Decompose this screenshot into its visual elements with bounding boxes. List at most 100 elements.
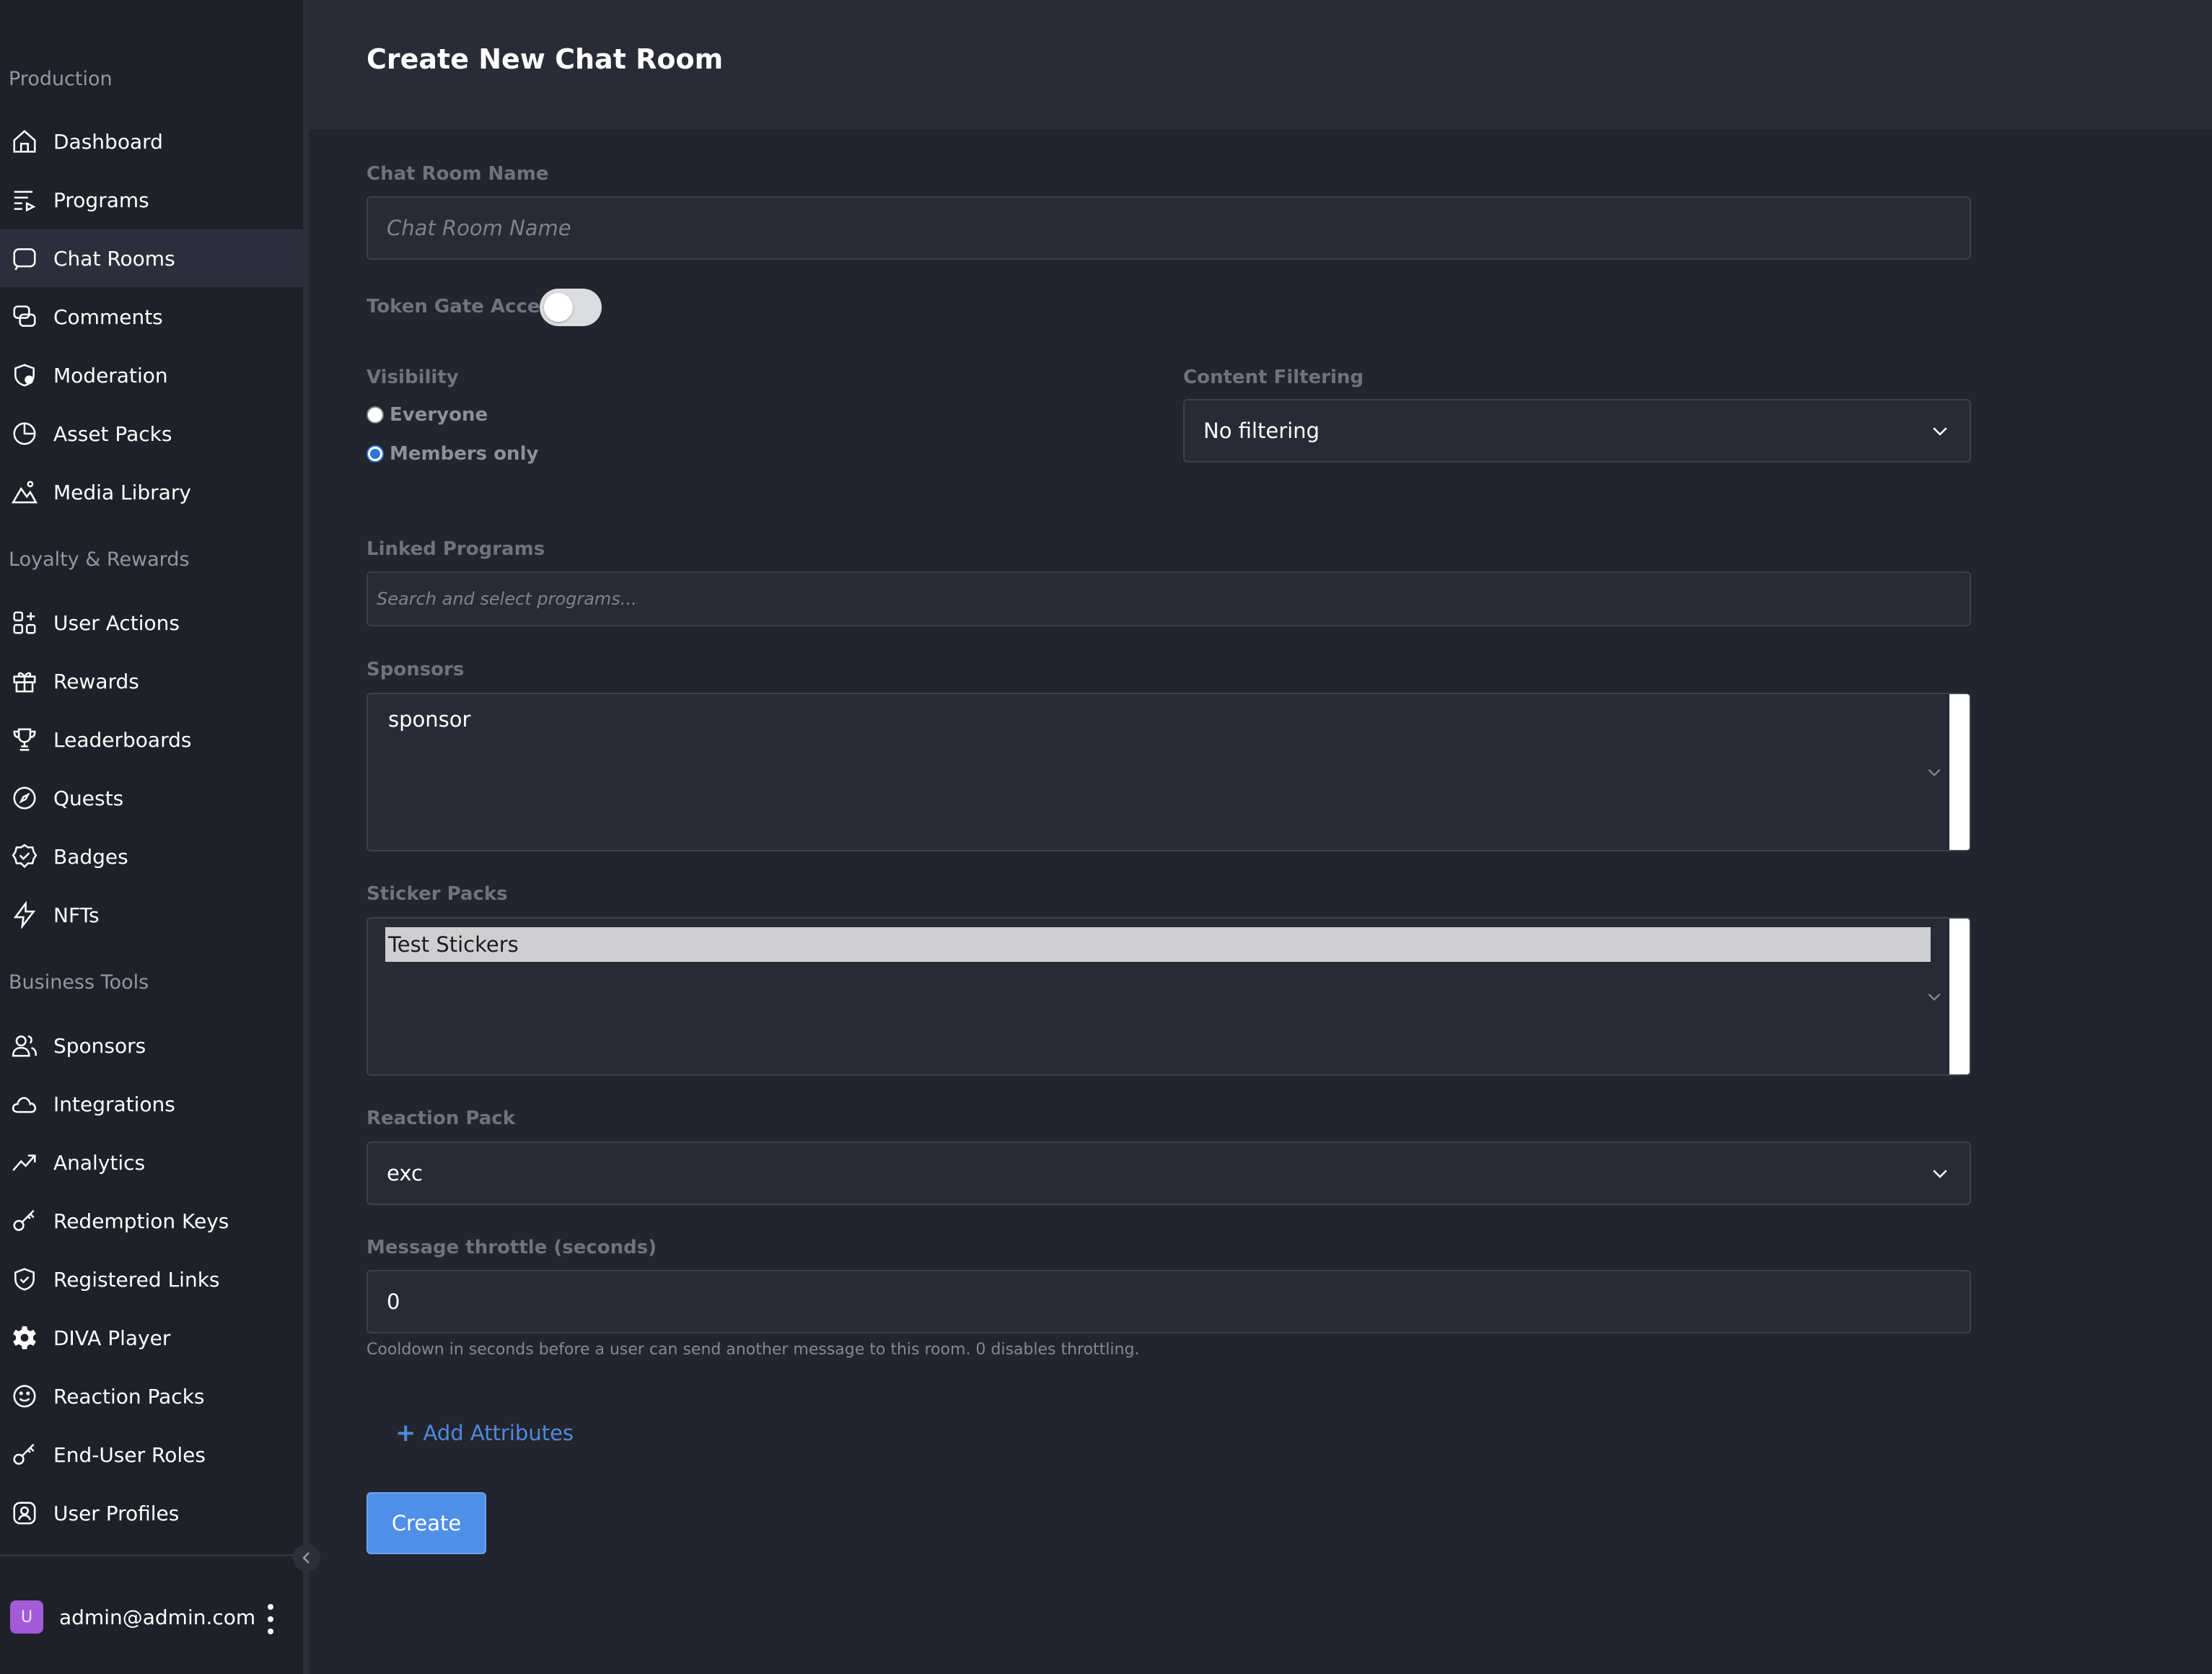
key-icon bbox=[10, 1440, 39, 1469]
sidebar-item-badges[interactable]: Badges bbox=[0, 828, 303, 885]
page-header: Create New Chat Room bbox=[309, 0, 2212, 130]
chevron-down-icon bbox=[1928, 768, 1941, 776]
radio-everyone[interactable] bbox=[367, 406, 384, 424]
sidebar-item-label: Badges bbox=[53, 844, 128, 869]
sidebar-item-label: Moderation bbox=[53, 363, 168, 387]
reaction-pack-select[interactable]: exc bbox=[367, 1141, 1971, 1205]
sidebar-item-quests[interactable]: Quests bbox=[0, 769, 303, 827]
cloud-icon bbox=[10, 1090, 39, 1118]
sidebar-item-redemption-keys[interactable]: Redemption Keys bbox=[0, 1192, 303, 1250]
linked-programs-search[interactable]: Search and select programs... bbox=[367, 571, 1971, 626]
chat-room-name-label: Chat Room Name bbox=[367, 163, 549, 185]
chat-room-name-placeholder: Chat Room Name bbox=[387, 216, 571, 240]
sidebar-item-integrations[interactable]: Integrations bbox=[0, 1075, 303, 1133]
sidebar-item-label: Chat Rooms bbox=[53, 246, 175, 271]
trend-up-icon bbox=[10, 1148, 39, 1177]
sidebar-item-analytics[interactable]: Analytics bbox=[0, 1134, 303, 1191]
add-attributes-button[interactable]: + Add Attributes bbox=[395, 1419, 574, 1447]
sticker-pack-option-selected[interactable]: Test Stickers bbox=[385, 927, 1931, 962]
sidebar-item-label: Quests bbox=[53, 786, 124, 810]
sponsors-multiselect[interactable]: sponsor bbox=[367, 693, 1971, 851]
linked-programs-label: Linked Programs bbox=[367, 538, 545, 560]
chevron-down-icon bbox=[1933, 427, 1947, 436]
sponsors-label: Sponsors bbox=[367, 659, 465, 680]
radio-members-only[interactable] bbox=[367, 445, 384, 463]
sidebar-item-comments[interactable]: Comments bbox=[0, 288, 303, 346]
sidebar-item-reaction-packs[interactable]: Reaction Packs bbox=[0, 1367, 303, 1425]
page-title: Create New Chat Room bbox=[367, 43, 724, 75]
user-badge-icon bbox=[10, 1499, 39, 1528]
sidebar-item-chat-rooms[interactable]: Chat Rooms bbox=[0, 229, 303, 287]
sidebar-item-label: Sponsors bbox=[53, 1033, 146, 1058]
sidebar-item-end-user-roles[interactable]: End-User Roles bbox=[0, 1426, 303, 1484]
sidebar-item-label: Media Library bbox=[53, 480, 191, 504]
sidebar-item-label: Dashboard bbox=[53, 129, 163, 154]
sidebar-item-registered-links[interactable]: Registered Links bbox=[0, 1250, 303, 1308]
sidebar-divider bbox=[0, 1554, 303, 1556]
sidebar-item-programs[interactable]: Programs bbox=[0, 171, 303, 229]
message-throttle-input[interactable]: 0 bbox=[367, 1270, 1971, 1333]
section-title-business-tools: Business Tools bbox=[9, 971, 149, 994]
sponsors-scrollbar[interactable] bbox=[1949, 694, 1970, 850]
compass-icon bbox=[10, 784, 39, 812]
sticker-packs-multiselect[interactable]: Test Stickers bbox=[367, 917, 1971, 1076]
sponsor-option[interactable]: sponsor bbox=[388, 707, 470, 732]
chat-room-name-input[interactable]: Chat Room Name bbox=[367, 196, 1971, 260]
reaction-pack-label: Reaction Pack bbox=[367, 1108, 515, 1129]
sidebar-item-label: NFTs bbox=[53, 903, 100, 927]
visibility-option-members-only[interactable]: Members only bbox=[367, 443, 538, 465]
sidebar-item-user-actions[interactable]: User Actions bbox=[0, 594, 303, 652]
sticker-packs-label: Sticker Packs bbox=[367, 883, 508, 905]
sticker-packs-scrollbar[interactable] bbox=[1949, 919, 1970, 1074]
linked-programs-placeholder: Search and select programs... bbox=[377, 589, 637, 609]
chevron-down-icon bbox=[1928, 993, 1941, 1001]
sidebar-item-label: Analytics bbox=[53, 1150, 146, 1175]
sidebar-item-label: Asset Packs bbox=[53, 421, 172, 446]
sidebar-item-moderation[interactable]: Moderation bbox=[0, 346, 303, 404]
token-gate-toggle[interactable] bbox=[540, 289, 602, 326]
sidebar-item-label: Registered Links bbox=[53, 1267, 220, 1292]
sidebar-item-media-library[interactable]: Media Library bbox=[0, 463, 303, 521]
playlist-icon bbox=[10, 185, 39, 214]
home-icon bbox=[10, 127, 39, 156]
section-title-loyalty: Loyalty & Rewards bbox=[9, 548, 190, 571]
user-account[interactable]: U admin@admin.com bbox=[10, 1600, 255, 1634]
sidebar-item-sponsors[interactable]: Sponsors bbox=[0, 1017, 303, 1074]
toggle-knob bbox=[544, 293, 573, 322]
more-options-icon[interactable] bbox=[260, 1600, 281, 1638]
sidebar-edge bbox=[303, 0, 309, 1674]
visibility-option-everyone[interactable]: Everyone bbox=[367, 404, 488, 426]
sidebar-item-nfts[interactable]: NFTs bbox=[0, 886, 303, 944]
grid-plus-icon bbox=[10, 608, 39, 637]
content-filtering-label: Content Filtering bbox=[1183, 367, 1364, 388]
plus-icon: + bbox=[395, 1419, 416, 1447]
sidebar-item-label: Integrations bbox=[53, 1092, 175, 1116]
sidebar-item-leaderboards[interactable]: Leaderboards bbox=[0, 711, 303, 768]
sidebar-item-label: Redemption Keys bbox=[53, 1209, 229, 1233]
chevron-down-icon bbox=[1933, 1170, 1947, 1178]
sidebar-item-rewards[interactable]: Rewards bbox=[0, 652, 303, 710]
sidebar-item-label: Programs bbox=[53, 188, 149, 212]
users-icon bbox=[10, 1031, 39, 1060]
message-throttle-hint: Cooldown in seconds before a user can se… bbox=[367, 1341, 1140, 1359]
collapse-sidebar-icon[interactable] bbox=[293, 1544, 320, 1572]
sidebar-item-label: Reaction Packs bbox=[53, 1384, 205, 1408]
message-throttle-value: 0 bbox=[387, 1289, 400, 1314]
sidebar-item-asset-packs[interactable]: Asset Packs bbox=[0, 405, 303, 463]
avatar: U bbox=[10, 1600, 43, 1634]
create-button[interactable]: Create bbox=[367, 1492, 486, 1554]
comments-icon bbox=[10, 302, 39, 331]
visibility-label: Visibility bbox=[367, 367, 459, 388]
message-throttle-label: Message throttle (seconds) bbox=[367, 1237, 657, 1258]
sidebar-item-diva-player[interactable]: DIVA Player bbox=[0, 1309, 303, 1367]
content-filtering-value: No filtering bbox=[1203, 418, 1320, 443]
sidebar-item-dashboard[interactable]: Dashboard bbox=[0, 113, 303, 170]
content-filtering-select[interactable]: No filtering bbox=[1183, 399, 1971, 463]
section-title-production: Production bbox=[9, 68, 113, 90]
sidebar-item-user-profiles[interactable]: User Profiles bbox=[0, 1484, 303, 1542]
lightning-icon bbox=[10, 900, 39, 929]
sidebar-item-label: Rewards bbox=[53, 669, 139, 693]
trophy-icon bbox=[10, 725, 39, 754]
sidebar-item-label: Comments bbox=[53, 304, 163, 329]
user-email: admin@admin.com bbox=[59, 1605, 256, 1629]
